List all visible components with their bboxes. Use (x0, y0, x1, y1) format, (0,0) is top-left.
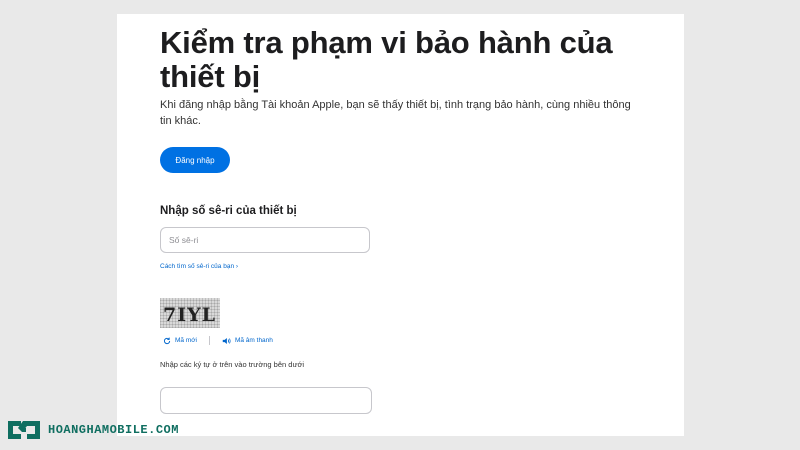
action-divider (208, 336, 210, 345)
brand-name: HOANGHAMOBILE.COM (48, 423, 179, 437)
captcha-text: 7IYL (163, 304, 216, 326)
new-code-label: Mã mới (175, 337, 197, 344)
page-title: Kiểm tra phạm vi bảo hành của thiết bị (160, 25, 613, 94)
find-serial-link[interactable]: Cách tìm số sê-ri của bạn › (160, 263, 238, 270)
audio-code-button[interactable]: Mã âm thanh (222, 337, 273, 345)
captcha-instruction: Nhập các ký tự ở trên vào trường bên dướ… (160, 360, 305, 369)
serial-heading: Nhập số sê-ri của thiết bị (160, 205, 297, 217)
hoanghamobile-logo (8, 421, 40, 439)
speaker-icon (222, 337, 231, 344)
serial-number-input[interactable] (160, 227, 370, 253)
captcha-actions: Mã mới Mã âm thanh (163, 336, 273, 345)
sign-in-button[interactable]: Đăng nhập (160, 147, 230, 173)
page-subtitle: Khi đăng nhập bằng Tài khoản Apple, bạn … (160, 99, 631, 127)
captcha-image: 7IYL (160, 298, 220, 328)
captcha-input[interactable] (160, 387, 372, 414)
new-code-button[interactable]: Mã mới (163, 337, 197, 345)
refresh-icon (163, 337, 171, 344)
audio-code-label: Mã âm thanh (234, 337, 273, 344)
hoanghamobile-watermark: HOANGHAMOBILE.COM (6, 417, 179, 443)
warranty-card: Kiểm tra phạm vi bảo hành của thiết bị K… (117, 14, 684, 436)
